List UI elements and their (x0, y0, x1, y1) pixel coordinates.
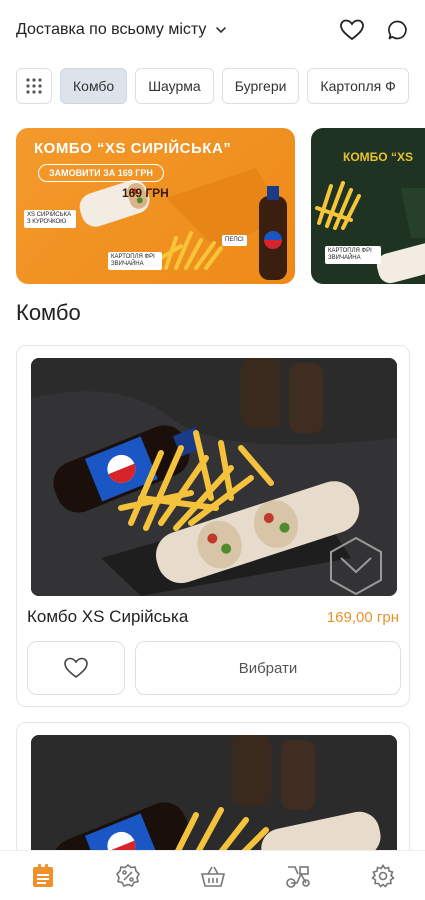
choose-button[interactable]: Вибрати (135, 641, 401, 695)
tab-burgers[interactable]: Бургери (221, 68, 300, 104)
promo-banner[interactable]: КОМБО “XS СИРІЙСЬКА” ЗАМОВИТИ ЗА 169 ГРН… (16, 128, 295, 284)
promo-banner[interactable]: КОМБО “XS КАРТОПЛЯ ФРІ ЗВИЧАЙНА (311, 128, 425, 284)
banner-tag: ПЕПСІ (222, 235, 247, 247)
banner-cta: ЗАМОВИТИ ЗА 169 ГРН (38, 164, 164, 182)
banner-tag: КАРТОПЛЯ ФРІ ЗВИЧАЙНА (325, 246, 381, 265)
grid-button[interactable] (16, 68, 52, 104)
tab-label: Шаурма (148, 78, 201, 94)
product-name: Комбо XS Сирійська (27, 607, 189, 626)
tab-label: Бургери (234, 78, 287, 94)
basket-icon (200, 866, 225, 887)
nav-delivery[interactable] (278, 856, 318, 896)
product-card[interactable]: Комбо XS Сирійська 169,00 грн Вибрати (16, 345, 410, 707)
banner-tag: XS СИРІЙСЬКА З КУРОЧКОЮ (24, 210, 76, 229)
product-price: 169,00 грн (326, 609, 399, 626)
delivery-label: Доставка по всьому місту (16, 21, 207, 38)
tab-label: Комбо (73, 78, 115, 94)
top-bar: Доставка по всьому місту (0, 0, 425, 60)
product-card[interactable] (16, 722, 410, 865)
nav-basket[interactable] (193, 856, 233, 896)
nav-settings[interactable] (363, 856, 403, 896)
chat-icon[interactable] (387, 19, 409, 41)
chevron-down-icon (216, 27, 227, 34)
discount-icon (115, 863, 140, 887)
menu-list-icon (32, 863, 53, 887)
banner-price: 169 ГРН (122, 186, 169, 200)
banner-tag: КАРТОПЛЯ ФРІ ЗВИЧАЙНА (108, 252, 162, 271)
product-photo (31, 358, 397, 596)
tab-fries[interactable]: Картопля Ф (307, 68, 409, 104)
settings-icon (370, 863, 395, 888)
heart-icon[interactable] (339, 18, 365, 42)
tab-label: Картопля Ф (320, 78, 396, 94)
favorite-button[interactable] (27, 641, 125, 695)
product-photo (31, 735, 397, 865)
section-title: Комбо (16, 300, 81, 325)
heart-icon (64, 657, 88, 679)
banner-title: КОМБО “XS (343, 150, 413, 164)
nav-discounts[interactable] (108, 856, 148, 896)
category-bar: Комбо Шаурма Бургери Картопля Ф (0, 68, 425, 104)
delivery-selector[interactable]: Доставка по всьому місту (16, 21, 228, 39)
delivery-bike-icon (285, 865, 310, 888)
bottom-navigation (0, 850, 425, 900)
banner-title: КОМБО “XS СИРІЙСЬКА” (34, 140, 232, 157)
promo-carousel[interactable]: КОМБО “XS СИРІЙСЬКА” ЗАМОВИТИ ЗА 169 ГРН… (16, 128, 425, 284)
tab-shawarma[interactable]: Шаурма (135, 68, 214, 104)
grid-icon (26, 78, 42, 94)
nav-menu[interactable] (23, 856, 63, 896)
tab-combo[interactable]: Комбо (60, 68, 128, 104)
